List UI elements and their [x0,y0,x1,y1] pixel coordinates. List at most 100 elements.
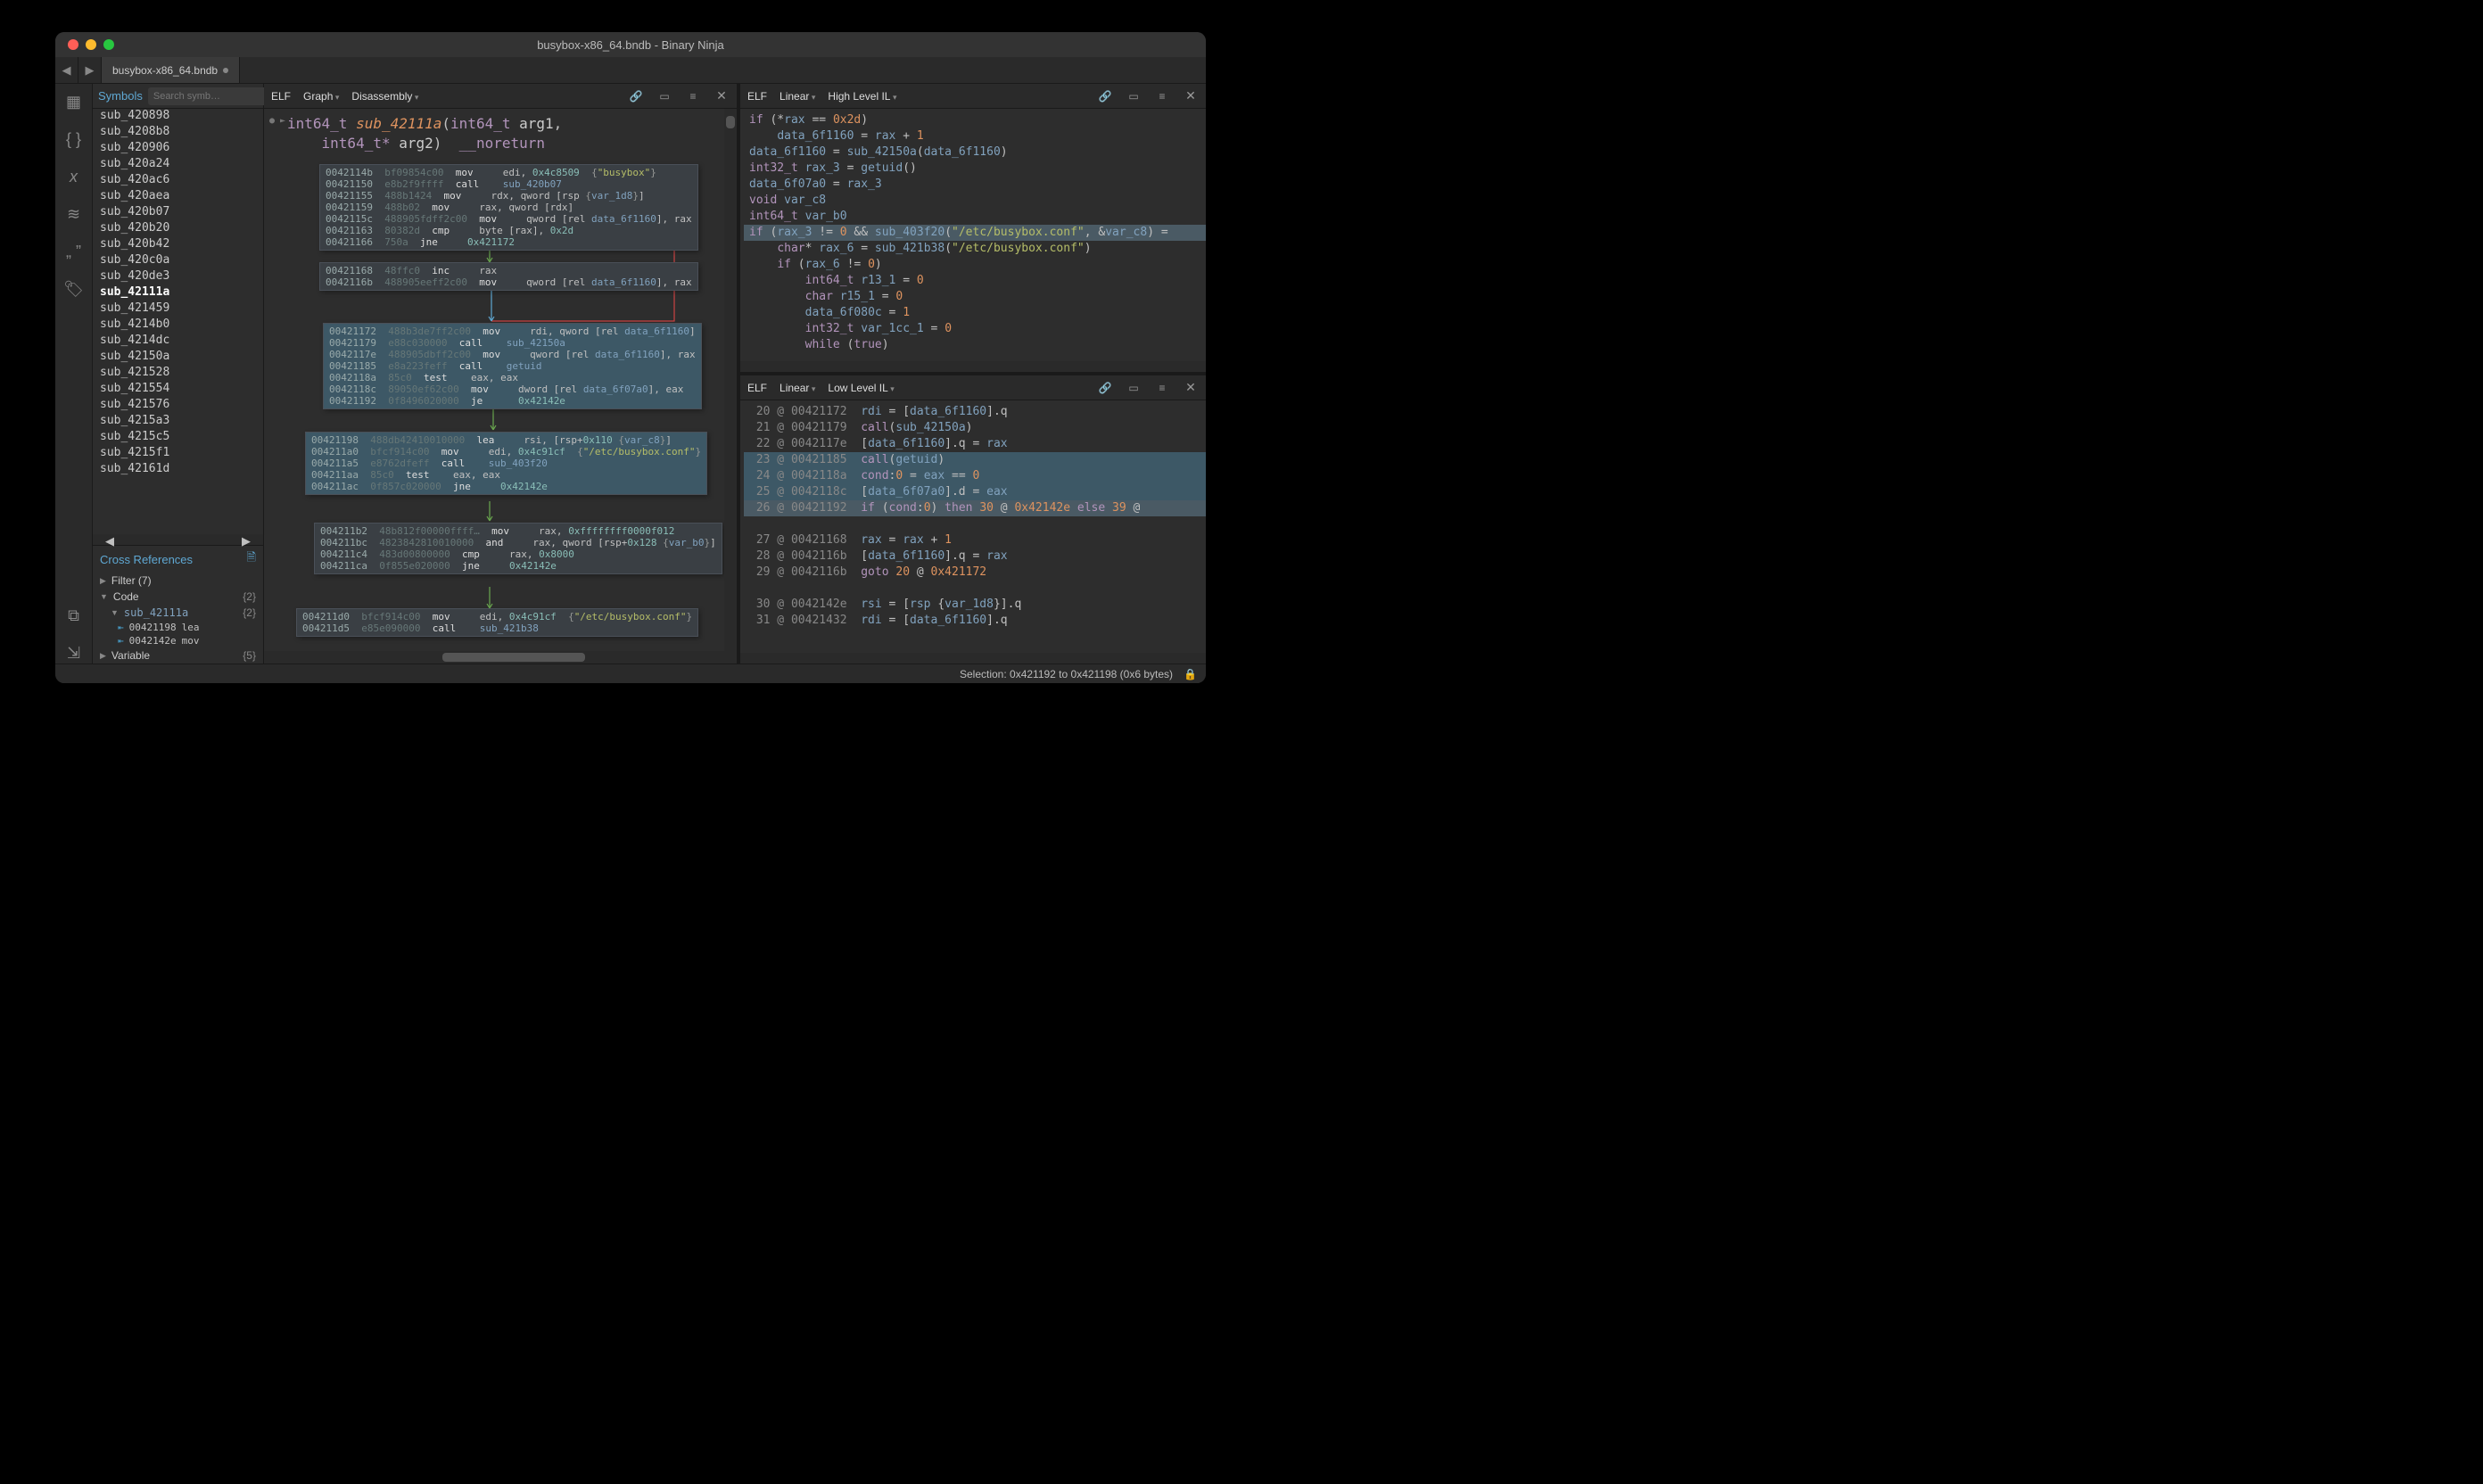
graph-vscroll[interactable] [724,109,737,664]
split-icon[interactable]: ▭ [1126,90,1142,103]
symlist-horiz-scroll-left[interactable]: ◀ [105,534,114,548]
layers-icon[interactable]: ≋ [63,203,85,225]
xref-filter-row[interactable]: ▶Filter (7) [93,573,263,589]
symbol-item[interactable]: sub_4215f1 [93,446,263,462]
pane-menu-icon[interactable]: ≡ [685,90,701,103]
symbol-item[interactable]: sub_421528 [93,366,263,382]
split-icon[interactable]: ▭ [656,90,672,103]
llil-mode[interactable]: Linear [780,382,815,394]
graph-node[interactable]: 00421172 488b3de7ff2c00 mov rdi, qword [… [323,323,702,409]
code-line[interactable]: int32_t var_1cc_1 = 0 [744,321,1206,337]
code-line[interactable]: 30 @ 0042142e rsi = [rsp {var_1d8}].q [744,597,1206,613]
hlil-il[interactable]: High Level IL [828,90,896,103]
symbol-item[interactable]: sub_42150a [93,350,263,366]
code-line[interactable]: 27 @ 00421168 rax = rax + 1 [744,532,1206,548]
braces-icon[interactable]: { } [63,128,85,150]
code-line[interactable]: data_6f1160 = sub_42150a(data_6f1160) [744,144,1206,161]
symbol-item[interactable]: sub_420b20 [93,221,263,237]
symbol-item[interactable]: sub_42111a [93,285,263,301]
xref-item[interactable]: ⇤00421198 lea [111,621,263,634]
code-line[interactable]: data_6f07a0 = rax_3 [744,177,1206,193]
symbol-list[interactable]: sub_420898sub_4208b8sub_420906sub_420a24… [93,109,263,534]
symbol-item[interactable]: sub_420aea [93,189,263,205]
code-line[interactable]: if (rax_6 != 0) [744,257,1206,273]
graph-mode[interactable]: Graph [303,90,339,103]
symbol-item[interactable]: sub_421459 [93,301,263,317]
overview-icon[interactable]: ▦ [63,91,85,112]
code-line[interactable]: 25 @ 0042118c [data_6f07a0].d = eax [744,484,1206,500]
graph-tool-icon[interactable]: ⇲ [63,642,85,664]
pane-menu-icon[interactable]: ≡ [1154,90,1170,103]
code-line[interactable]: char* rax_6 = sub_421b38("/etc/busybox.c… [744,241,1206,257]
code-line[interactable]: while (true) [744,337,1206,353]
graph-hscroll[interactable] [264,651,724,664]
symbol-item[interactable]: sub_421576 [93,398,263,414]
symbol-item[interactable]: sub_421554 [93,382,263,398]
variable-icon[interactable]: x [63,166,85,187]
llil-format[interactable]: ELF [747,382,767,394]
code-line[interactable]: int64_t r13_1 = 0 [744,273,1206,289]
code-line[interactable]: 22 @ 0042117e [data_6f1160].q = rax [744,436,1206,452]
symbol-item[interactable]: sub_420898 [93,109,263,125]
close-pane-icon[interactable]: ✕ [1183,380,1199,395]
llil-il[interactable]: Low Level IL [828,382,894,394]
pane-menu-icon[interactable]: ≡ [1154,382,1170,394]
xref-variable-section[interactable]: ▶Variable {5} [93,647,263,664]
code-line[interactable]: 31 @ 00421432 rdi = [data_6f1160].q [744,613,1206,629]
code-line[interactable]: if (*rax == 0x2d) [744,112,1206,128]
symbol-item[interactable]: sub_4215c5 [93,430,263,446]
graph-node[interactable]: 0042114b bf09854c00 mov edi, 0x4c8509 {"… [319,164,698,251]
symbol-item[interactable]: sub_4214b0 [93,317,263,334]
nav-forward-button[interactable]: ▶ [78,57,102,83]
link-icon[interactable]: 🔗 [1097,382,1113,394]
tree-icon[interactable]: ⧉ [63,605,85,626]
graph-node[interactable]: 004211b2 48b812f00000ffff… mov rax, 0xff… [314,523,722,574]
nav-back-button[interactable]: ◀ [55,57,78,83]
hlil-mode[interactable]: Linear [780,90,815,103]
code-line[interactable]: void var_c8 [744,193,1206,209]
code-line[interactable]: 21 @ 00421179 call(sub_42150a) [744,420,1206,436]
code-line[interactable]: int32_t rax_3 = getuid() [744,161,1206,177]
link-icon[interactable]: 🔗 [628,90,644,103]
code-line[interactable]: 23 @ 00421185 call(getuid) [744,452,1206,468]
code-line[interactable]: 29 @ 0042116b goto 20 @ 0x421172 [744,565,1206,581]
symbol-item[interactable]: sub_420ac6 [93,173,263,189]
symlist-horiz-scroll-right[interactable]: ▶ [242,534,251,548]
code-line[interactable]: char r15_1 = 0 [744,289,1206,305]
symbol-item[interactable]: sub_420c0a [93,253,263,269]
symbol-item[interactable]: sub_420b07 [93,205,263,221]
split-icon[interactable]: ▭ [1126,382,1142,394]
code-line[interactable]: if (rax_3 != 0 && sub_403f20("/etc/busyb… [744,225,1206,241]
symbol-item[interactable]: sub_420b42 [93,237,263,253]
symbol-item[interactable]: sub_4214dc [93,334,263,350]
file-tab[interactable]: busybox-x86_64.bndb [102,57,240,83]
llil-hscroll[interactable] [740,653,1206,664]
code-line[interactable]: data_6f1160 = rax + 1 [744,128,1206,144]
link-icon[interactable]: 🔗 [1097,90,1113,103]
graph-il[interactable]: Disassembly [351,90,418,103]
graph-canvas[interactable]: ● ► int64_t sub_42111a(int64_t arg1, int… [264,109,737,664]
code-line[interactable]: 28 @ 0042116b [data_6f1160].q = rax [744,548,1206,565]
xref-options-icon[interactable]: 🗎 [247,549,256,569]
graph-node[interactable]: 004211d0 bfcf914c00 mov edi, 0x4c91cf {"… [296,608,698,637]
close-pane-icon[interactable]: ✕ [1183,88,1199,103]
tags-icon[interactable]: 🏷 [63,278,85,300]
symbol-item[interactable]: sub_420a24 [93,157,263,173]
lock-icon[interactable]: 🔒 [1184,668,1197,680]
hlil-hscroll[interactable] [740,361,1206,372]
strings-icon[interactable]: „ ” [63,241,85,262]
symbol-item[interactable]: sub_4208b8 [93,125,263,141]
graph-node[interactable]: 00421198 488db42410010000 lea rsi, [rsp+… [305,432,707,495]
graph-node[interactable]: 00421168 48ffc0 inc rax0042116b 488905ee… [319,262,698,291]
symbol-item[interactable]: sub_4215a3 [93,414,263,430]
xref-item[interactable]: ⇤0042142e mov [111,634,263,647]
code-line[interactable]: 26 @ 00421192 if (cond:0) then 30 @ 0x42… [744,500,1206,516]
hlil-view[interactable]: if (*rax == 0x2d) data_6f1160 = rax + 1d… [740,109,1206,361]
code-line[interactable]: 20 @ 00421172 rdi = [data_6f1160].q [744,404,1206,420]
xref-fn-row[interactable]: ▼sub_42111a {2} [93,605,263,621]
symbol-item[interactable]: sub_42161d [93,462,263,478]
symbol-item[interactable]: sub_420de3 [93,269,263,285]
llil-view[interactable]: 20 @ 00421172 rdi = [data_6f1160].q 21 @… [740,400,1206,653]
close-pane-icon[interactable]: ✕ [714,88,730,103]
code-line[interactable]: int64_t var_b0 [744,209,1206,225]
